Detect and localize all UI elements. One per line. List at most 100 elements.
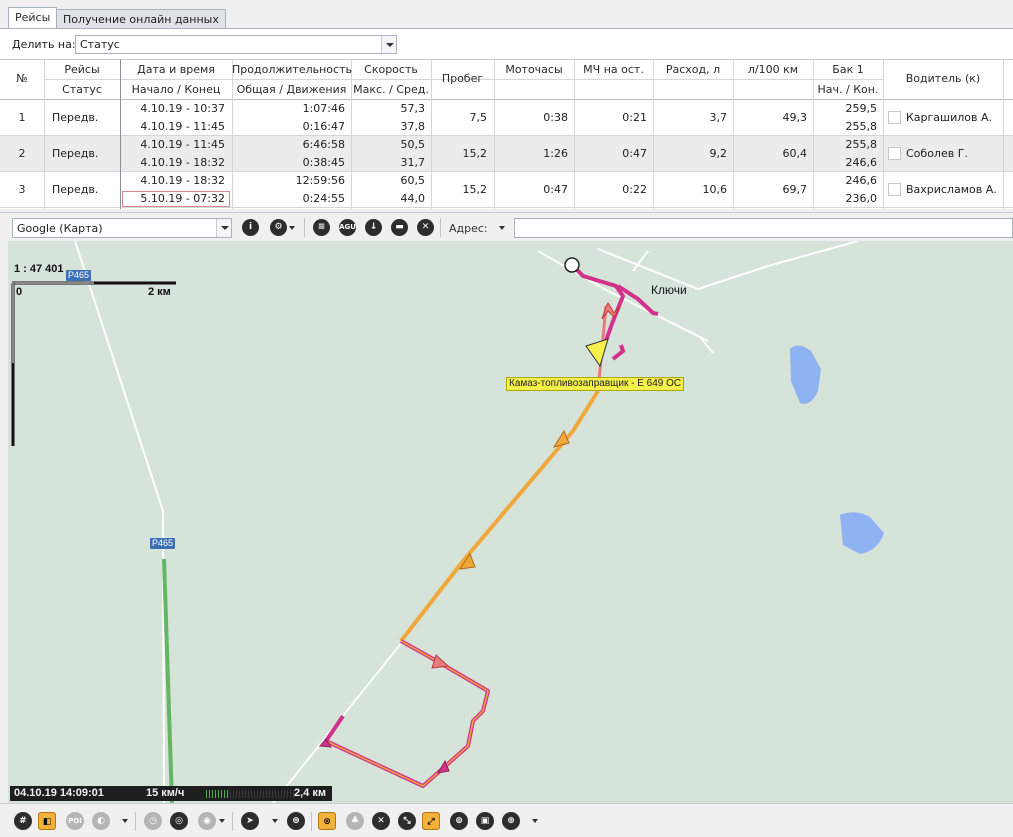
ruler-icon[interactable]: ▬: [391, 219, 408, 236]
col-header-total-move[interactable]: Общая / Движения: [232, 83, 351, 96]
clock-icon[interactable]: ◷: [144, 812, 162, 830]
divider: [814, 79, 884, 80]
row-tank-end: 255,8: [845, 120, 878, 133]
tab-trips[interactable]: Рейсы: [8, 7, 58, 29]
chevron-down-icon[interactable]: [532, 819, 538, 823]
col-header-tank-start-end[interactable]: Нач. / Кон.: [813, 83, 883, 96]
row-start: 4.10.19 - 10:37: [140, 102, 225, 115]
split-by-dropdown-button[interactable]: [381, 36, 396, 53]
tree-icon[interactable]: ♣: [346, 812, 364, 830]
bottom-toolbar: # ◧ POI ◐ ◷ ◎ ◉ ➤ ⊛ ⊗ ♣ ✕ ⤡ ⤢ ⊚ ▣ ⊕: [0, 803, 1013, 837]
vehicle-marker-icon[interactable]: [585, 338, 609, 368]
driver-checkbox[interactable]: [888, 111, 901, 124]
trips-table: № Рейсы Статус Дата и время Начало / Кон…: [0, 59, 1013, 209]
settings-icon[interactable]: ⚙: [270, 219, 287, 236]
divider: [0, 207, 1013, 208]
speed-icon[interactable]: ⊛: [287, 812, 305, 830]
hatch-icon[interactable]: ≡: [313, 219, 330, 236]
row-duration-move: 0:38:45: [302, 156, 345, 169]
chevron-down-icon[interactable]: [272, 819, 278, 823]
track-segment: [325, 640, 489, 787]
road: [74, 241, 165, 803]
resize-icon[interactable]: ⤡: [398, 812, 416, 830]
map-provider-dropdown-button[interactable]: [216, 219, 231, 237]
tab-online-data-label: Получение онлайн данных: [63, 13, 219, 26]
direction-arrow: [431, 654, 450, 669]
address-dropdown-icon[interactable]: [499, 226, 505, 230]
photo-icon[interactable]: ▣: [476, 812, 494, 830]
direction-arrow: [552, 429, 570, 448]
divider: [0, 135, 1013, 136]
split-by-value: Статус: [80, 38, 120, 51]
divider: [135, 812, 136, 831]
col-header-number[interactable]: №: [0, 72, 44, 85]
geofence-icon[interactable]: ◎: [170, 812, 188, 830]
row-driver: Соболев Г.: [906, 147, 968, 160]
row-status: Передв.: [52, 111, 99, 124]
row-per-100km: 69,7: [782, 183, 808, 196]
col-header-idle-hours[interactable]: МЧ на ост.: [574, 63, 653, 76]
pin-off-icon[interactable]: ✕: [417, 219, 434, 236]
map-view[interactable]: 1 : 47 401 0 2 км Р465 Р465 Ключи Камаз-…: [8, 241, 1013, 803]
download-icon[interactable]: ↓: [365, 219, 382, 236]
row-engine-hours: 0:38: [543, 111, 568, 124]
col-header-speed[interactable]: Скорость: [351, 63, 431, 76]
row-duration-move: 0:16:47: [302, 120, 345, 133]
track-icon[interactable]: ◧: [38, 812, 56, 830]
poi-icon[interactable]: POI: [66, 812, 84, 830]
map-provider-select[interactable]: Google (Карта): [12, 218, 232, 238]
row-speed-avg: 31,7: [400, 156, 426, 169]
car-icon[interactable]: ◉: [198, 812, 216, 830]
follow-icon[interactable]: ⤢: [422, 812, 440, 830]
divider: [440, 218, 441, 237]
row-tank-start: 246,6: [845, 174, 878, 187]
tab-online-data[interactable]: Получение онлайн данных: [56, 9, 226, 29]
col-header-driver[interactable]: Водитель (к): [883, 72, 1003, 85]
row-speed-max: 50,5: [400, 138, 426, 151]
address-input[interactable]: [514, 218, 1013, 238]
close-icon[interactable]: ✕: [372, 812, 390, 830]
layers-icon[interactable]: ◐: [92, 812, 110, 830]
info-icon[interactable]: i: [242, 219, 259, 236]
col-header-engine-hours[interactable]: Моточасы: [494, 63, 574, 76]
chevron-down-icon[interactable]: [122, 819, 128, 823]
map-canvas: [11, 241, 884, 803]
map-toolbar: Google (Карта) i ⚙ ≡ AGU ↓ ▬ ✕ Адрес:: [0, 212, 1013, 241]
playback-datetime: 04.10.19 14:09:01: [14, 787, 104, 799]
col-header-fuel[interactable]: Расход, л: [653, 63, 733, 76]
row-engine-hours: 0:47: [543, 183, 568, 196]
row-end[interactable]: 5.10.19 - 07:32: [122, 191, 230, 207]
playback-speed: 15 км/ч: [146, 787, 185, 799]
vehicle-label[interactable]: Камаз-топливозаправщик - Е 649 ОС: [506, 377, 685, 391]
agu-icon[interactable]: AGU: [339, 219, 356, 236]
col-header-trips[interactable]: Рейсы: [44, 63, 120, 76]
driver-checkbox[interactable]: [888, 183, 901, 196]
col-header-mileage[interactable]: Пробег: [431, 72, 494, 85]
chevron-down-icon: [386, 43, 394, 47]
col-header-per-100km[interactable]: л/100 км: [733, 63, 813, 76]
row-mileage: 15,2: [462, 147, 488, 160]
navigate-icon[interactable]: ➤: [241, 812, 259, 830]
grid-icon[interactable]: #: [14, 812, 32, 830]
split-by-select[interactable]: Статус: [75, 35, 397, 54]
col-header-status[interactable]: Статус: [44, 83, 120, 96]
col-header-max-avg[interactable]: Макс. / Сред.: [351, 83, 431, 96]
chevron-down-icon[interactable]: [219, 819, 225, 823]
col-header-start-end[interactable]: Начало / Конец: [120, 83, 232, 96]
col-header-tank[interactable]: Бак 1: [813, 63, 883, 76]
cancel-icon[interactable]: ⊗: [318, 812, 336, 830]
row-idle-hours: 0:21: [622, 111, 647, 124]
track-segment: [399, 389, 600, 643]
row-mileage: 7,5: [469, 111, 488, 124]
driver-checkbox[interactable]: [888, 147, 901, 160]
scale-ratio: 1 : 47 401: [14, 263, 64, 275]
recenter-icon[interactable]: ⊚: [450, 812, 468, 830]
divider: [311, 812, 312, 831]
row-per-100km: 49,3: [782, 111, 808, 124]
place-label: Ключи: [651, 283, 687, 297]
col-header-datetime[interactable]: Дата и время: [120, 63, 232, 76]
chevron-down-icon[interactable]: [289, 226, 295, 230]
target-icon[interactable]: ⊕: [502, 812, 520, 830]
col-header-duration[interactable]: Продолжительность: [232, 63, 352, 76]
row-start: 4.10.19 - 11:45: [140, 138, 225, 151]
